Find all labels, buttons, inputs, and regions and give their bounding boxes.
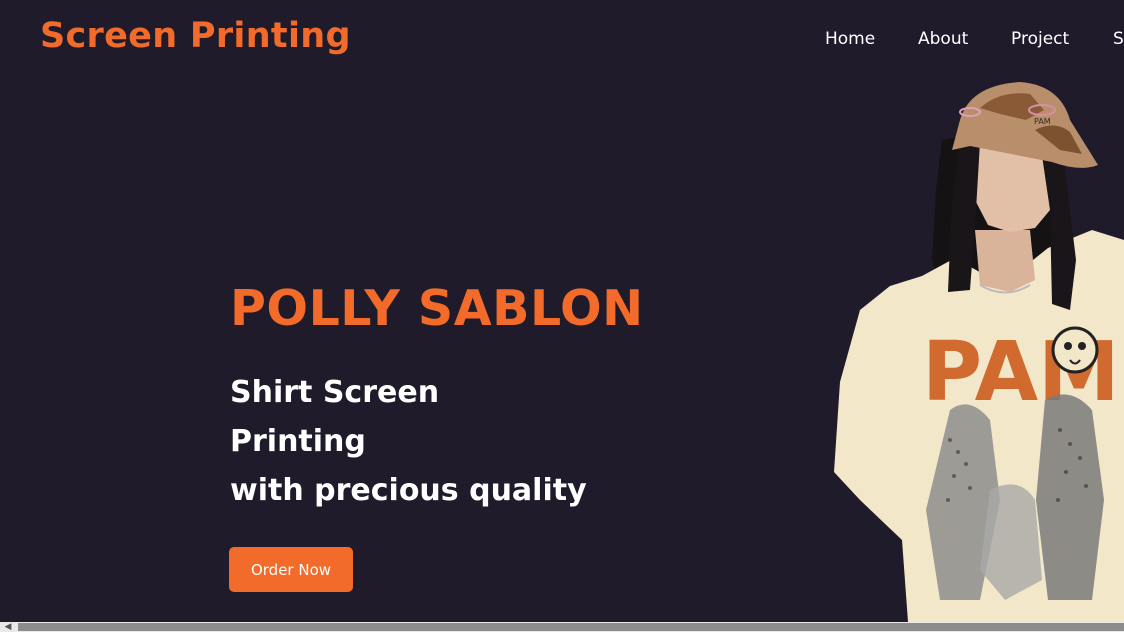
horizontal-scrollbar[interactable]: ◀ bbox=[0, 622, 1124, 632]
hero-title: POLLY SABLON bbox=[230, 280, 644, 337]
order-now-button[interactable]: Order Now bbox=[229, 547, 353, 592]
tagline-line: with precious quality bbox=[230, 473, 587, 508]
scrollbar-thumb[interactable] bbox=[18, 623, 1124, 631]
tagline-line: Shirt Screen bbox=[230, 375, 440, 410]
cap-text: PAM bbox=[1034, 117, 1051, 126]
hero-model-image: PAM PAM bbox=[834, 82, 1124, 622]
hero-tagline: Shirt Screen Printing with precious qual… bbox=[230, 372, 587, 519]
nav-home[interactable]: Home bbox=[825, 29, 875, 49]
scroll-left-icon[interactable]: ◀ bbox=[0, 622, 16, 632]
nav-project[interactable]: Project bbox=[1011, 29, 1069, 49]
nav-about[interactable]: About bbox=[918, 29, 968, 49]
tagline-line: Printing bbox=[230, 424, 366, 459]
nav-item-truncated[interactable]: S bbox=[1113, 29, 1124, 49]
site-logo[interactable]: Screen Printing bbox=[40, 16, 351, 56]
